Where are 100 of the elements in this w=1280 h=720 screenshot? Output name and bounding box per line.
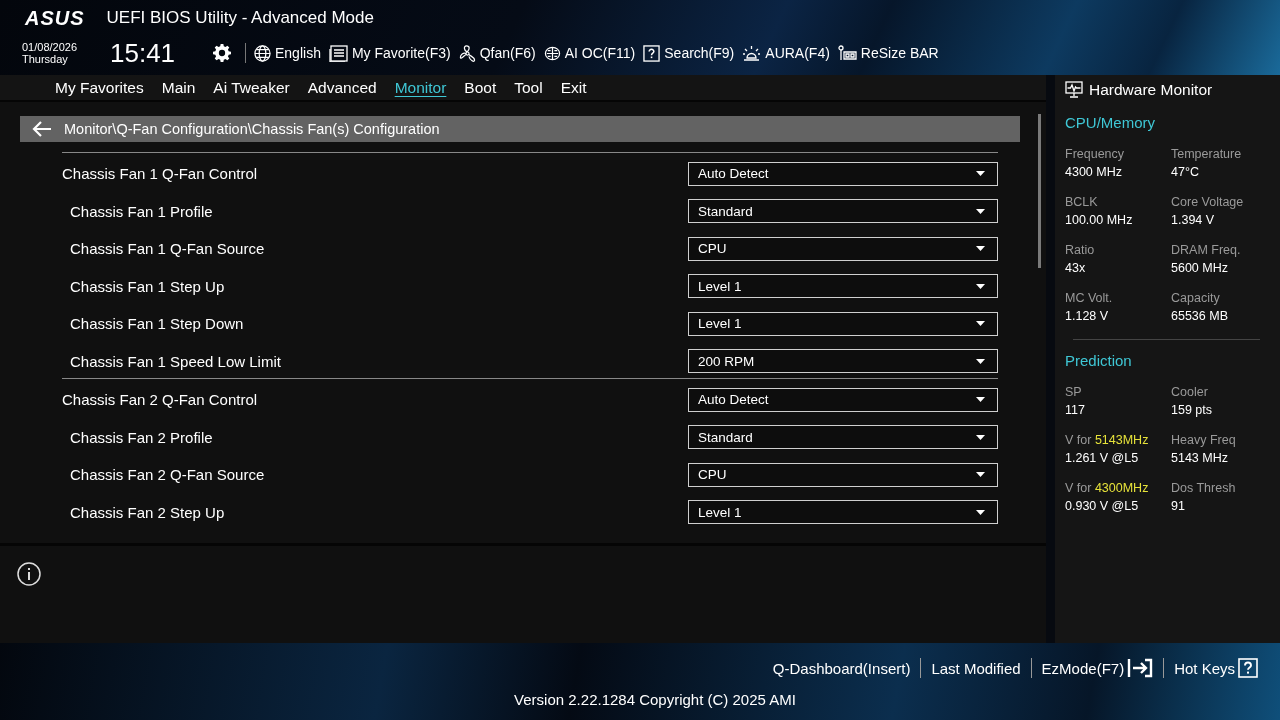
window-title: UEFI BIOS Utility - Advanced Mode <box>106 8 374 28</box>
caret-icon <box>976 208 985 214</box>
setting-label: Chassis Fan 1 Speed Low Limit <box>69 351 281 370</box>
stat-value: 100.00 MHz <box>1065 212 1134 229</box>
stat-label: Frequency <box>1065 146 1126 163</box>
stat-value: 47°C <box>1171 164 1200 181</box>
menu-tab[interactable]: Boot <box>455 78 506 97</box>
caret-icon <box>976 321 985 327</box>
setting-label: Chassis Fan 1 Q-Fan Control <box>62 164 258 182</box>
toolbar-button[interactable]: Qfan(F6) <box>458 44 544 62</box>
stat-label: BCLK <box>1065 194 1099 211</box>
stat-value: 91 <box>1171 498 1186 515</box>
stat-value: 43x <box>1065 260 1087 277</box>
stat-label: Dos Thresh <box>1171 480 1237 497</box>
setting-label: Chassis Fan 2 Step Up <box>69 502 225 521</box>
setting-label: Chassis Fan 1 Step Down <box>69 314 244 332</box>
dropdown[interactable]: 200 RPM <box>688 349 998 374</box>
dropdown[interactable]: Standard <box>688 425 998 450</box>
list-icon <box>328 44 348 62</box>
help-icon <box>1238 658 1258 678</box>
caret-icon <box>976 246 985 252</box>
scrollbar[interactable] <box>1038 114 1041 268</box>
section-heading: CPU/Memory <box>1065 114 1156 131</box>
fan-icon <box>458 44 476 62</box>
menu-tab[interactable]: My Favorites <box>46 78 153 97</box>
stat-label: MC Volt. <box>1065 290 1114 307</box>
graphics-card-icon <box>837 44 857 62</box>
toolbar-button[interactable]: ReSize BAR <box>837 44 947 62</box>
stat-label: Ratio <box>1065 242 1096 259</box>
help-icon <box>643 44 661 62</box>
menu-tab[interactable]: Main <box>152 78 205 97</box>
day-text: Thursday <box>22 53 69 65</box>
caret-icon <box>976 434 985 440</box>
menu-tab[interactable]: Advanced <box>298 78 386 97</box>
menu-tab[interactable]: Exit <box>551 78 596 97</box>
dropdown[interactable]: Level 1 <box>688 311 998 336</box>
setting-label: Chassis Fan 1 Step Up <box>69 276 225 295</box>
toolbar-button[interactable]: Search(F9) <box>643 44 743 62</box>
exit-icon <box>1127 658 1154 678</box>
stat-label: V for 4300MHz <box>1065 480 1150 497</box>
dropdown[interactable]: Standard <box>688 199 998 224</box>
footer-link[interactable]: Hot Keys <box>1164 658 1268 678</box>
back-arrow-icon[interactable] <box>32 121 52 137</box>
dropdown[interactable]: Auto Detect <box>688 161 998 186</box>
clock-time: 15:41 <box>110 37 177 69</box>
dropdown[interactable]: Auto Detect <box>688 387 998 412</box>
stat-label: Capacity <box>1171 290 1221 307</box>
stat-label: Temperature <box>1171 146 1243 163</box>
setting-label: Chassis Fan 2 Profile <box>69 427 213 446</box>
stat-value: 65536 MB <box>1171 308 1229 325</box>
menu-tab[interactable]: Tool <box>505 78 552 97</box>
date-text: 01/08/2026 <box>22 41 79 53</box>
stat-label: SP <box>1065 384 1083 401</box>
panel-title: Hardware Monitor <box>1089 80 1213 99</box>
info-icon <box>17 562 41 586</box>
toolbar-button[interactable]: AURA(F4) <box>742 44 838 62</box>
dropdown[interactable]: Level 1 <box>688 500 998 525</box>
globe-icon <box>254 44 271 62</box>
setting-label: Chassis Fan 1 Q-Fan Source <box>69 239 265 257</box>
stat-label: Core Voltage <box>1171 194 1245 211</box>
caret-icon <box>976 358 985 364</box>
brain-chip-icon <box>543 44 561 62</box>
toolbar-button[interactable]: AI OC(F11) <box>543 44 644 62</box>
setting-label: Chassis Fan 1 Profile <box>69 201 213 220</box>
stat-value: 0.930 V @L5 <box>1065 498 1140 515</box>
stat-value: 117 <box>1065 402 1086 419</box>
version-text: Version 2.22.1284 Copyright (C) 2025 AMI <box>514 691 796 708</box>
setting-label: Chassis Fan 2 Q-Fan Source <box>69 465 265 483</box>
footer-link[interactable]: Q-Dashboard(Insert) <box>762 659 921 677</box>
caret-icon <box>976 397 985 403</box>
stat-label: DRAM Freq. <box>1171 242 1242 259</box>
stat-label: Heavy Freq <box>1171 432 1237 449</box>
menu-tab[interactable]: Ai Tweaker <box>204 78 299 97</box>
stat-value: 159 pts <box>1171 402 1213 419</box>
section-heading: Prediction <box>1065 352 1133 369</box>
stat-value: 5143 MHz <box>1171 450 1229 467</box>
setting-label: Chassis Fan 2 Q-Fan Control <box>62 390 258 408</box>
dropdown[interactable]: CPU <box>688 236 998 261</box>
asus-logo: ASUS <box>25 6 85 30</box>
footer-link[interactable]: Last Modified <box>921 659 1031 677</box>
menu-tab[interactable]: Monitor <box>385 78 456 97</box>
caret-icon <box>976 283 985 289</box>
monitor-icon <box>1065 81 1083 98</box>
stat-value: 1.394 V <box>1171 212 1216 229</box>
dropdown[interactable]: Level 1 <box>688 274 998 299</box>
stat-label: Cooler <box>1171 384 1209 401</box>
footer-link[interactable]: EzMode(F7) <box>1031 658 1164 678</box>
toolbar-button[interactable]: My Favorite(F3) <box>328 44 459 62</box>
stat-value: 4300 MHz <box>1065 164 1123 181</box>
stat-value: 1.128 V <box>1065 308 1110 325</box>
stat-value: 1.261 V @L5 <box>1065 450 1140 467</box>
caret-icon <box>976 509 985 515</box>
stat-label: V for 5143MHz <box>1065 432 1150 449</box>
breadcrumb-path: Monitor\Q-Fan Configuration\Chassis Fan(s) Configuration <box>64 121 440 137</box>
settings-icon[interactable] <box>213 44 231 62</box>
stat-value: 5600 MHz <box>1171 260 1229 277</box>
toolbar-button[interactable]: English <box>254 44 329 62</box>
caret-icon <box>976 472 985 478</box>
light-icon <box>742 44 762 62</box>
dropdown[interactable]: CPU <box>688 462 998 487</box>
